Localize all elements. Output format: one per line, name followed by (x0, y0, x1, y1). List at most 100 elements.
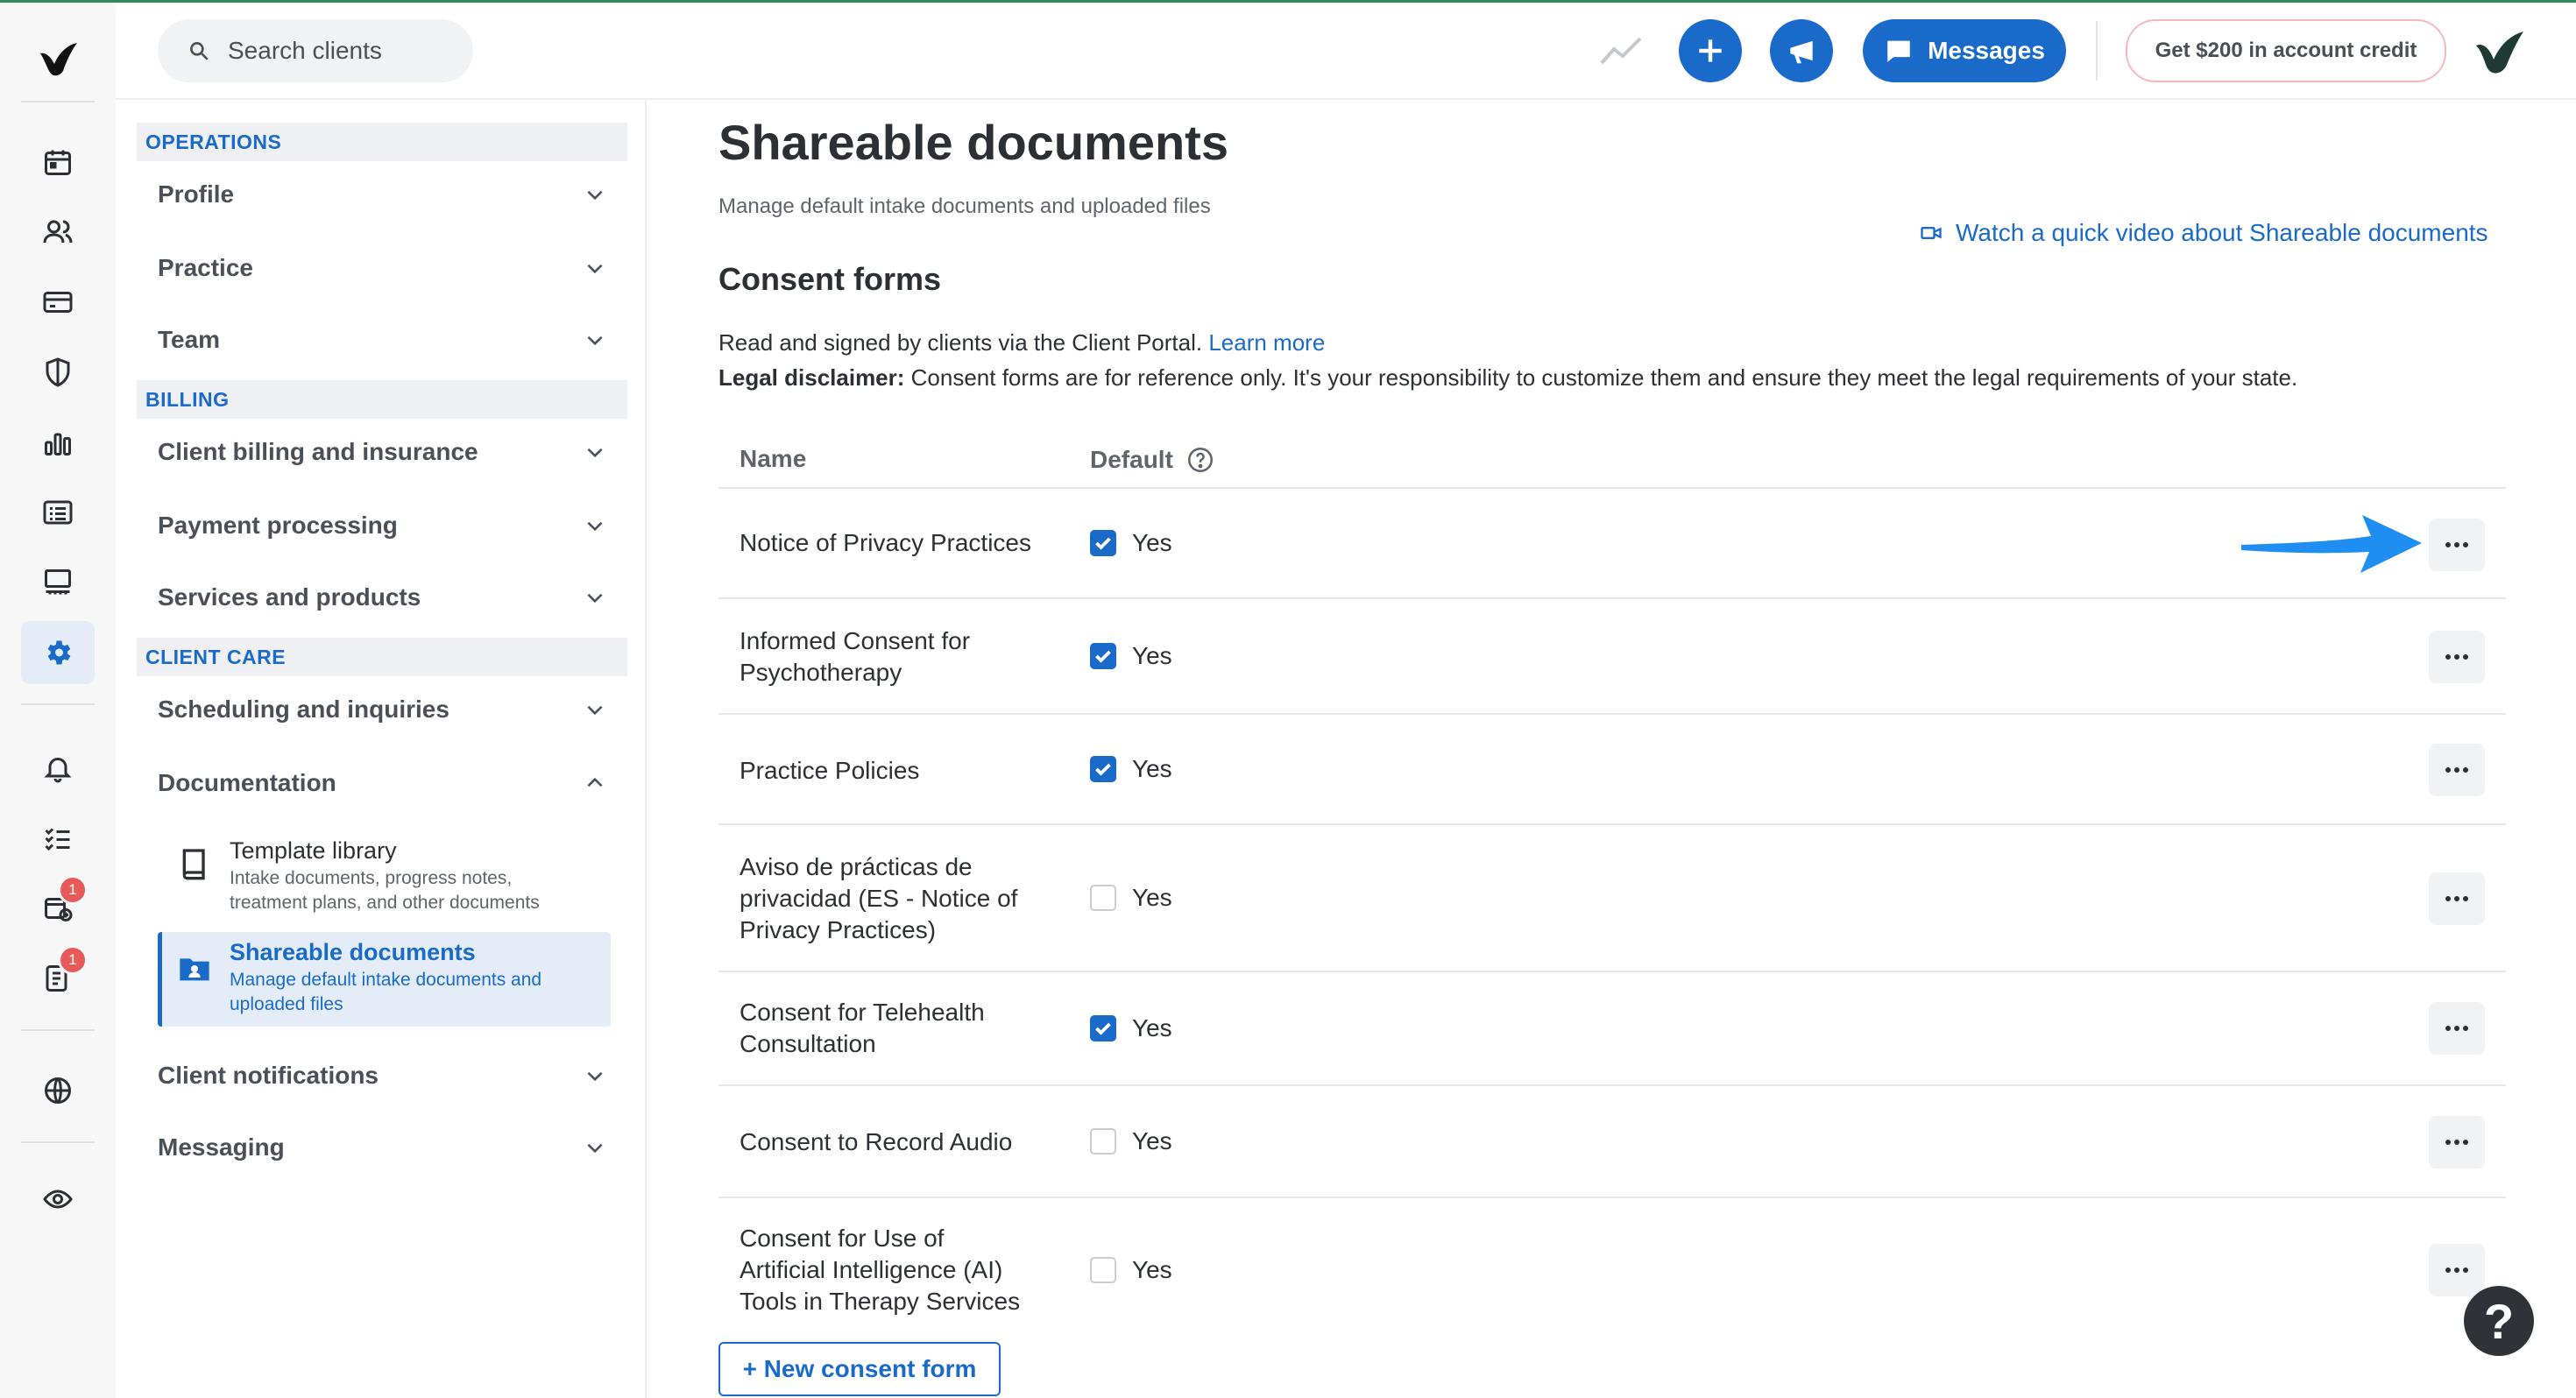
forms-nav[interactable]: 1 (33, 945, 88, 1003)
help-circle-icon[interactable] (1185, 445, 1215, 475)
nav-item-services-products[interactable]: Services and products (158, 571, 606, 624)
chevron-down-icon (587, 1071, 603, 1082)
arrow-icon (2241, 515, 2422, 573)
consent-description: Read and signed by clients via the Clien… (718, 329, 1326, 356)
chart-icon (45, 433, 71, 455)
nav-item-scheduling[interactable]: Scheduling and inquiries (158, 683, 606, 736)
consent-form-name: Practice Policies (740, 757, 920, 784)
billing-icon (43, 292, 73, 313)
clients-nav[interactable] (33, 208, 82, 257)
more-actions-button[interactable] (2429, 631, 2485, 683)
nav-item-documentation[interactable]: Documentation (158, 757, 606, 809)
topbar-divider (2096, 21, 2098, 81)
default-checkbox[interactable] (1090, 756, 1116, 782)
folder-person-icon (180, 958, 209, 981)
insurance-nav[interactable] (33, 348, 82, 397)
section-operations: OPERATIONS (137, 123, 627, 161)
nav-item-practice[interactable]: Practice (158, 242, 606, 294)
rail-divider (21, 101, 95, 102)
privacy-mode-nav[interactable] (33, 1175, 82, 1224)
legal-disclaimer-label: Legal disclaimer: (718, 364, 905, 391)
tasks-nav[interactable] (33, 814, 82, 863)
notifications-nav[interactable] (33, 744, 82, 793)
analytics-nav[interactable] (33, 558, 82, 607)
consent-form-name: Consent for Telehealth Consultation (740, 999, 985, 1057)
account-credit-button[interactable]: Get $200 in account credit (2126, 19, 2446, 82)
nav-item-client-notifications[interactable]: Client notifications (158, 1049, 606, 1102)
watch-video-link[interactable]: Watch a quick video about Shareable docu… (1919, 219, 2488, 247)
search-input[interactable]: Search clients (158, 19, 473, 82)
trend-icon[interactable] (1600, 35, 1642, 67)
video-icon (1921, 227, 1942, 239)
nav-item-profile[interactable]: Profile (158, 168, 606, 221)
shield-icon (46, 357, 70, 387)
more-actions-button[interactable] (2429, 1116, 2485, 1169)
brand-logo[interactable] (33, 34, 82, 83)
page-title: Shareable documents (718, 115, 1228, 170)
row-divider (718, 597, 2506, 599)
row-divider (718, 823, 2506, 825)
default-checkbox[interactable] (1090, 1257, 1116, 1283)
nav-subitem-template-library[interactable]: Template library Intake documents, progr… (158, 827, 606, 923)
more-actions-button[interactable] (2429, 1244, 2485, 1296)
row-divider (718, 713, 2506, 715)
calendar-icon (45, 150, 71, 175)
more-icon (2445, 542, 2468, 547)
row-divider (718, 1197, 2506, 1198)
notification-badge: 1 (58, 875, 88, 905)
settings-nav-panel: OPERATIONS Profile Practice Team BILLING… (116, 100, 647, 1398)
help-button[interactable]: ? (2464, 1286, 2534, 1356)
consent-form-name: Notice of Privacy Practices (740, 529, 1031, 556)
more-actions-button[interactable] (2429, 519, 2485, 571)
default-checkbox[interactable] (1090, 530, 1116, 556)
nav-item-messaging[interactable]: Messaging (158, 1121, 606, 1174)
learn-more-link[interactable]: Learn more (1208, 329, 1325, 356)
section-client-care: CLIENT CARE (137, 638, 627, 676)
default-checkbox[interactable] (1090, 643, 1116, 669)
announcements-button[interactable] (1770, 19, 1833, 82)
megaphone-icon (1790, 40, 1813, 64)
section-title: Consent forms (718, 261, 942, 297)
default-yes-label: Yes (1132, 1256, 1172, 1283)
more-actions-button[interactable] (2429, 744, 2485, 796)
nav-item-client-billing[interactable]: Client billing and insurance (158, 426, 606, 478)
add-button[interactable] (1679, 19, 1742, 82)
more-actions-button[interactable] (2429, 872, 2485, 925)
eye-icon (43, 1190, 73, 1209)
default-yes-label: Yes (1132, 1127, 1172, 1154)
account-avatar[interactable] (2471, 23, 2527, 79)
analytics-icon (45, 569, 71, 595)
settings-nav[interactable] (21, 621, 95, 684)
chevron-down-icon (587, 705, 603, 716)
row-divider (718, 971, 2506, 972)
default-checkbox[interactable] (1090, 1015, 1116, 1041)
app-rail: 1 1 (0, 3, 116, 1398)
default-yes-label: Yes (1132, 642, 1172, 669)
more-actions-button[interactable] (2429, 1002, 2485, 1055)
requests-nav[interactable]: 1 (33, 875, 88, 933)
calendar-nav[interactable] (33, 138, 82, 187)
website-nav[interactable] (33, 1066, 82, 1115)
new-consent-form-button[interactable]: + New consent form (718, 1342, 1001, 1396)
nav-item-payment-processing[interactable]: Payment processing (158, 499, 606, 552)
top-accent-line (0, 0, 2576, 3)
billing-nav[interactable] (33, 278, 82, 327)
default-checkbox[interactable] (1090, 885, 1116, 911)
more-icon (2445, 1140, 2468, 1145)
clients-icon (43, 220, 73, 244)
chevron-down-icon (587, 448, 603, 458)
globe-icon (45, 1077, 71, 1104)
nav-item-team[interactable]: Team (158, 314, 606, 366)
activity-nav[interactable] (33, 488, 82, 537)
reports-nav[interactable] (33, 418, 82, 467)
chat-icon (1887, 40, 1910, 62)
book-icon (182, 849, 205, 880)
chevron-down-icon (587, 593, 603, 604)
column-header-name: Name (740, 445, 807, 472)
messages-button[interactable]: Messages (1863, 19, 2066, 82)
default-checkbox[interactable] (1090, 1128, 1116, 1154)
list-icon (43, 500, 73, 525)
nav-subitem-shareable-documents[interactable]: Shareable documents Manage default intak… (158, 932, 611, 1027)
messages-label: Messages (1928, 37, 2045, 64)
chevron-down-icon (587, 1143, 603, 1154)
